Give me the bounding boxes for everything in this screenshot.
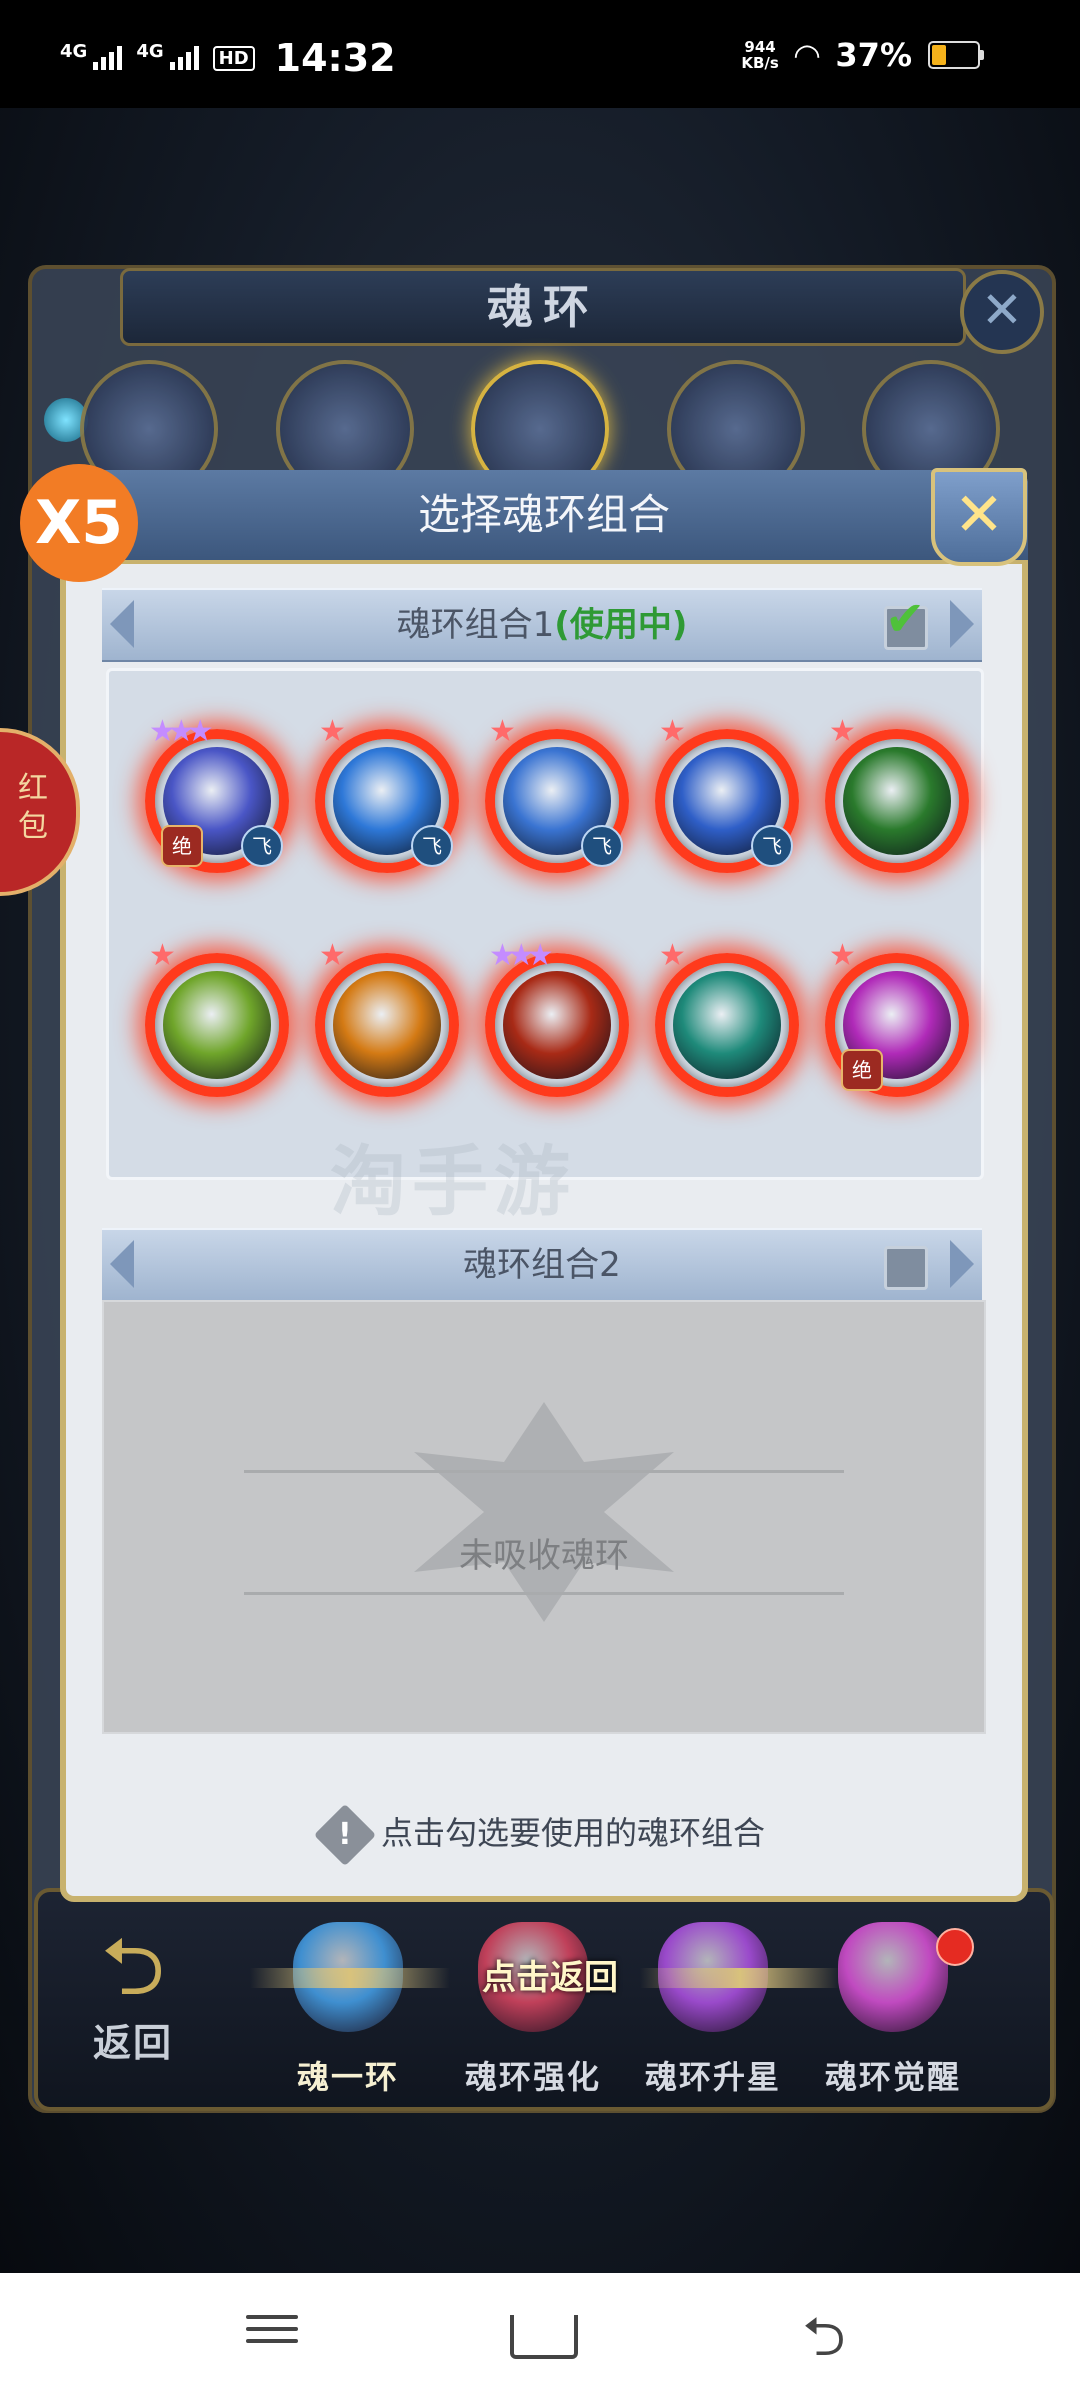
ring-core-icon	[843, 747, 951, 855]
status-bar: 4G 4G HD 14:32 944 KB/s ◠ 37%	[0, 0, 1080, 108]
combo-2-empty-area: 未吸收魂环	[102, 1300, 986, 1734]
soul-ring-8[interactable]: ★★★	[485, 941, 629, 1097]
signal-1-label: 4G	[60, 41, 88, 62]
soul-ring-3[interactable]: ★ 飞	[485, 717, 629, 873]
star-rating: ★	[829, 938, 856, 973]
net-speed-unit: KB/s	[741, 54, 779, 72]
soul-ring-1[interactable]: ★★★ 绝飞	[145, 717, 289, 873]
jue-badge: 绝	[161, 825, 203, 867]
divider	[244, 1470, 844, 1473]
tab-label: 魂一环	[296, 2058, 399, 2096]
red-packet-label: 红包	[18, 771, 48, 844]
x5-badge[interactable]: X5	[20, 464, 138, 582]
wing-badge-icon: 飞	[751, 825, 793, 867]
wing-badge-icon: 飞	[241, 825, 283, 867]
star-rating: ★	[659, 714, 686, 749]
back-nav-icon[interactable]: ⮌	[784, 2307, 864, 2367]
checkmark-icon: ✔	[885, 591, 926, 647]
ring-combo-1-label: 魂环组合1(使用中)	[102, 590, 982, 660]
tab-label: 魂环觉醒	[824, 2058, 961, 2096]
dialog-close-button[interactable]: ✕	[931, 468, 1027, 566]
combo-1-status: (使用中)	[554, 605, 688, 645]
emblem-icon	[414, 1402, 674, 1622]
soul-ring-2[interactable]: ★ 飞	[315, 717, 459, 873]
soul-ring-10[interactable]: ★ 绝	[825, 941, 969, 1097]
dialog-header: 选择魂环组合	[60, 470, 1028, 564]
ring-core-icon	[333, 971, 441, 1079]
ring-strip	[80, 360, 1000, 498]
star-rating: ★	[489, 714, 516, 749]
crystal-icon	[838, 1922, 948, 2032]
back-label: 返回	[92, 2021, 173, 2065]
combo-2-checkbox[interactable]	[884, 1246, 928, 1290]
star-rating: ★★★	[489, 938, 554, 973]
ring-grid: ★★★ 绝飞 ★ 飞 ★ 飞 ★ 飞 ★ ★ ★ ★★★ ★ ★ 绝	[106, 668, 984, 1180]
wing-badge-icon: 飞	[581, 825, 623, 867]
tip-ornament	[250, 1968, 450, 1988]
signal-1: 4G	[60, 41, 123, 70]
tab-ring-enhance[interactable]: 魂环强化	[448, 1922, 618, 2096]
hd-voice-icon: HD	[212, 45, 255, 71]
star-rating: ★	[319, 938, 346, 973]
menu-icon[interactable]	[232, 2307, 312, 2367]
tap-to-return-tip[interactable]: 点击返回	[440, 1950, 660, 2006]
signal-2-label: 4G	[136, 41, 164, 62]
net-speed: 944 KB/s	[741, 39, 778, 71]
wing-badge-icon: 飞	[411, 825, 453, 867]
ring-combo-1-bar[interactable]: 魂环组合1(使用中) ✔	[102, 588, 982, 662]
star-rating: ★★★	[149, 714, 214, 749]
soul-ring-6[interactable]: ★	[145, 941, 289, 1097]
signal-bars-icon	[169, 46, 199, 70]
ring-combo-2-label: 魂环组合2	[463, 1245, 621, 1285]
battery-percent: 37%	[835, 36, 912, 74]
soul-ring-5[interactable]: ★	[825, 717, 969, 873]
soul-ring-7[interactable]: ★	[315, 941, 459, 1097]
system-nav-bar: ⮌	[0, 2273, 1080, 2400]
star-rating: ★	[659, 938, 686, 973]
ring-core-icon	[503, 971, 611, 1079]
jue-badge: 绝	[841, 1049, 883, 1091]
tip-ornament	[640, 1968, 840, 1988]
back-arrow-icon: ⮌	[100, 1920, 166, 2013]
signal-2: 4G	[136, 41, 199, 70]
status-time: 14:32	[274, 36, 396, 80]
empty-text: 未吸收魂环	[459, 1536, 629, 1576]
wifi-icon: ◠	[794, 36, 820, 74]
tab-label: 魂环强化	[464, 2058, 601, 2096]
tab-label: 魂环升星	[644, 2058, 781, 2096]
ring-combo-2-bar[interactable]: 魂环组合2	[102, 1228, 982, 1302]
outer-panel-title: 魂环	[120, 268, 966, 346]
soul-ring-4[interactable]: ★ 飞	[655, 717, 799, 873]
star-rating: ★	[319, 714, 346, 749]
battery-icon	[928, 41, 984, 69]
net-speed-value: 944	[744, 38, 776, 56]
star-rating: ★	[149, 938, 176, 973]
combo-1-checkbox[interactable]: ✔	[884, 595, 928, 650]
home-icon[interactable]	[510, 2307, 590, 2367]
outer-close-button[interactable]: ✕	[960, 270, 1044, 354]
hint-text: 点击勾选要使用的魂环组合	[380, 1814, 765, 1852]
soul-ring-9[interactable]: ★	[655, 941, 799, 1097]
tab-ring-star-up[interactable]: 魂环升星	[628, 1922, 798, 2096]
divider	[244, 1592, 844, 1595]
ring-core-icon	[163, 971, 271, 1079]
watermark: 淘手游	[330, 1137, 576, 1226]
back-button[interactable]: ⮌ 返回	[58, 1922, 208, 2092]
ring-core-icon	[673, 971, 781, 1079]
notification-dot	[936, 1928, 974, 1966]
combo-1-name: 魂环组合1	[396, 605, 555, 645]
signal-bars-icon	[93, 46, 123, 70]
tab-soul-ring[interactable]: 魂一环	[263, 1922, 433, 2096]
hint: ! 点击勾选要使用的魂环组合	[66, 1803, 1022, 1867]
star-rating: ★	[829, 714, 856, 749]
dialog-title: 选择魂环组合	[417, 490, 670, 539]
warning-icon: !	[313, 1803, 377, 1867]
